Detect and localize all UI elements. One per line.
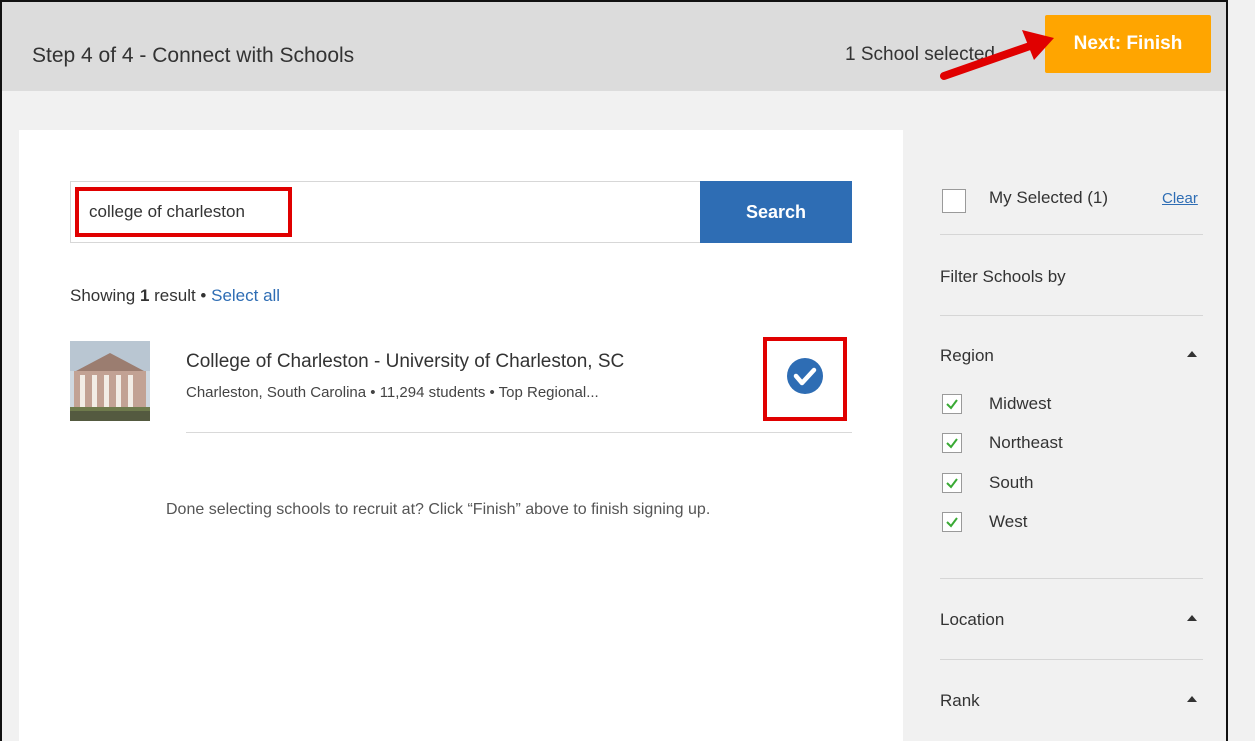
rank-heading[interactable]: Rank	[940, 691, 980, 711]
filter-heading: Filter Schools by	[940, 267, 1066, 286]
location-collapse-icon[interactable]	[1187, 615, 1197, 621]
region-option-label: South	[989, 473, 1034, 492]
results-summary: Showing 1 result • Select all	[70, 286, 280, 306]
check-icon	[946, 478, 958, 489]
check-icon	[946, 517, 958, 528]
region-west-checkbox[interactable]	[942, 512, 962, 532]
region-midwest-checkbox[interactable]	[942, 394, 962, 414]
next-finish-button[interactable]: Next: Finish	[1045, 15, 1211, 73]
results-separator: •	[195, 286, 212, 305]
check-icon	[946, 438, 958, 449]
page-title: Step 4 of 4 - Connect with Schools	[32, 44, 355, 67]
sidebar-divider	[940, 234, 1203, 235]
selected-check-icon[interactable]	[785, 356, 825, 396]
school-name[interactable]: College of Charleston - University of Ch…	[186, 351, 624, 373]
my-selected-label: My Selected (1)	[989, 188, 1109, 207]
region-collapse-icon[interactable]	[1187, 351, 1197, 357]
search-highlight-annotation	[75, 187, 292, 237]
region-option-label: West	[989, 512, 1028, 531]
results-word: result	[149, 286, 196, 305]
school-thumbnail	[70, 341, 150, 421]
school-meta: Charleston, South Carolina • 11,294 stud…	[186, 384, 599, 401]
sidebar-divider	[940, 659, 1203, 660]
sidebar-divider	[940, 315, 1203, 316]
region-option-label: Northeast	[989, 433, 1063, 452]
region-south-checkbox[interactable]	[942, 473, 962, 493]
results-count: 1	[139, 286, 150, 305]
location-heading[interactable]: Location	[940, 610, 1004, 630]
rank-collapse-icon[interactable]	[1187, 696, 1197, 702]
my-selected-checkbox[interactable]	[942, 189, 966, 213]
row-divider	[186, 432, 852, 433]
check-icon	[946, 399, 958, 410]
window-frame-right	[1226, 0, 1228, 741]
region-option-label: Midwest	[989, 394, 1052, 413]
select-all-link[interactable]: Select all	[211, 286, 280, 305]
region-northeast-checkbox[interactable]	[942, 433, 962, 453]
clear-link[interactable]: Clear	[1162, 190, 1198, 207]
sidebar-divider	[940, 578, 1203, 579]
region-heading[interactable]: Region	[940, 346, 994, 366]
window-frame-left	[0, 0, 2, 741]
selected-count: 1 School selected	[845, 44, 995, 65]
results-showing-label: Showing	[70, 286, 140, 305]
done-message: Done selecting schools to recruit at? Cl…	[166, 501, 711, 518]
search-button[interactable]: Search	[700, 181, 852, 243]
